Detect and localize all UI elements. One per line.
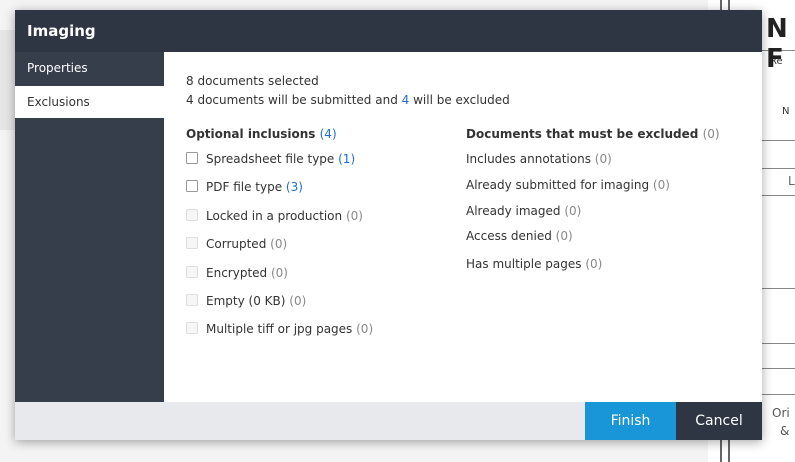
dialog-titlebar: Imaging (15, 10, 762, 52)
option-count[interactable]: (1) (338, 152, 355, 166)
sidebar-item-label: Properties (27, 61, 88, 75)
pdf-checkbox[interactable] (186, 180, 198, 192)
option-locked-in-production: Locked in a production (0) (186, 209, 363, 223)
must-exclude-title: Documents that must be excluded (466, 127, 699, 141)
option-label: Empty (0 KB) (206, 294, 286, 308)
option-count: (0) (289, 294, 307, 308)
dialog-title: Imaging (27, 22, 96, 40)
exclusion-already-imaged: Already imaged (0) (466, 204, 581, 218)
optional-inclusions-count[interactable]: (4) (320, 127, 337, 141)
option-count: (0) (356, 322, 374, 336)
exclusion-includes-annotations: Includes annotations (0) (466, 152, 612, 166)
optional-inclusions-heading: Optional inclusions (4) (186, 127, 337, 141)
exclusion-label: Includes annotations (466, 152, 591, 166)
exclusion-count: (0) (652, 178, 670, 192)
document-cell-text: L (788, 174, 795, 188)
document-cell-text: Ori (772, 406, 790, 420)
option-label: Locked in a production (206, 209, 343, 223)
dialog-footer: Finish Cancel (15, 402, 762, 440)
option-label: Encrypted (206, 266, 268, 280)
excluded-count-link[interactable]: 4 (402, 93, 410, 107)
exclusion-count: (0) (564, 204, 582, 218)
option-label: Corrupted (206, 237, 267, 251)
sidebar-item-exclusions[interactable]: Exclusions (15, 86, 164, 118)
selected-summary: 8 documents selected (186, 74, 319, 88)
option-count: (0) (270, 266, 288, 280)
locked-checkbox (186, 209, 198, 221)
sidebar-item-properties[interactable]: Properties (15, 52, 164, 84)
exclusion-count: (0) (594, 152, 612, 166)
imaging-dialog: Imaging Properties Exclusions 8 document… (15, 10, 762, 440)
option-count: (0) (345, 209, 363, 223)
finish-button[interactable]: Finish (585, 402, 676, 440)
sidebar-item-label: Exclusions (27, 95, 90, 109)
encrypted-checkbox (186, 266, 198, 278)
exclusion-label: Already imaged (466, 204, 561, 218)
corrupted-checkbox (186, 237, 198, 249)
must-exclude-heading: Documents that must be excluded (0) (466, 127, 720, 141)
document-cell-text: N (782, 106, 790, 117)
option-label: Spreadsheet file type (206, 152, 335, 166)
cancel-button[interactable]: Cancel (676, 402, 762, 440)
exclusion-label: Access denied (466, 229, 552, 243)
exclusion-has-multiple-pages: Has multiple pages (0) (466, 257, 602, 271)
submission-summary: 4 documents will be submitted and 4 will… (186, 93, 510, 107)
spreadsheet-checkbox[interactable] (186, 152, 198, 164)
option-label: Multiple tiff or jpg pages (206, 322, 353, 336)
exclusions-panel: 8 documents selected 4 documents will be… (164, 52, 762, 402)
option-pdf-file-type[interactable]: PDF file type (3) (186, 180, 303, 194)
option-count[interactable]: (3) (286, 180, 303, 194)
option-multiple-tiff-jpg-pages: Multiple tiff or jpg pages (0) (186, 322, 373, 336)
exclusion-label: Has multiple pages (466, 257, 582, 271)
exclusion-access-denied: Access denied (0) (466, 229, 573, 243)
dialog-sidebar: Properties Exclusions (15, 52, 164, 402)
option-corrupted: Corrupted (0) (186, 237, 287, 251)
option-label: PDF file type (206, 180, 283, 194)
must-exclude-count: (0) (702, 127, 720, 141)
multiple-pages-checkbox (186, 322, 198, 334)
submission-summary-prefix: 4 documents will be submitted and (186, 93, 398, 107)
submission-summary-suffix: will be excluded (413, 93, 510, 107)
optional-inclusions-title: Optional inclusions (186, 127, 316, 141)
exclusion-label: Already submitted for imaging (466, 178, 650, 192)
empty-checkbox (186, 294, 198, 306)
document-cell-text: & (780, 424, 790, 438)
exclusion-already-submitted: Already submitted for imaging (0) (466, 178, 670, 192)
option-encrypted: Encrypted (0) (186, 266, 288, 280)
exclusion-count: (0) (585, 257, 603, 271)
option-empty: Empty (0 KB) (0) (186, 294, 306, 308)
exclusion-count: (0) (555, 229, 573, 243)
option-spreadsheet-file-type[interactable]: Spreadsheet file type (1) (186, 152, 355, 166)
option-count: (0) (270, 237, 288, 251)
document-heading: N F (766, 14, 788, 74)
